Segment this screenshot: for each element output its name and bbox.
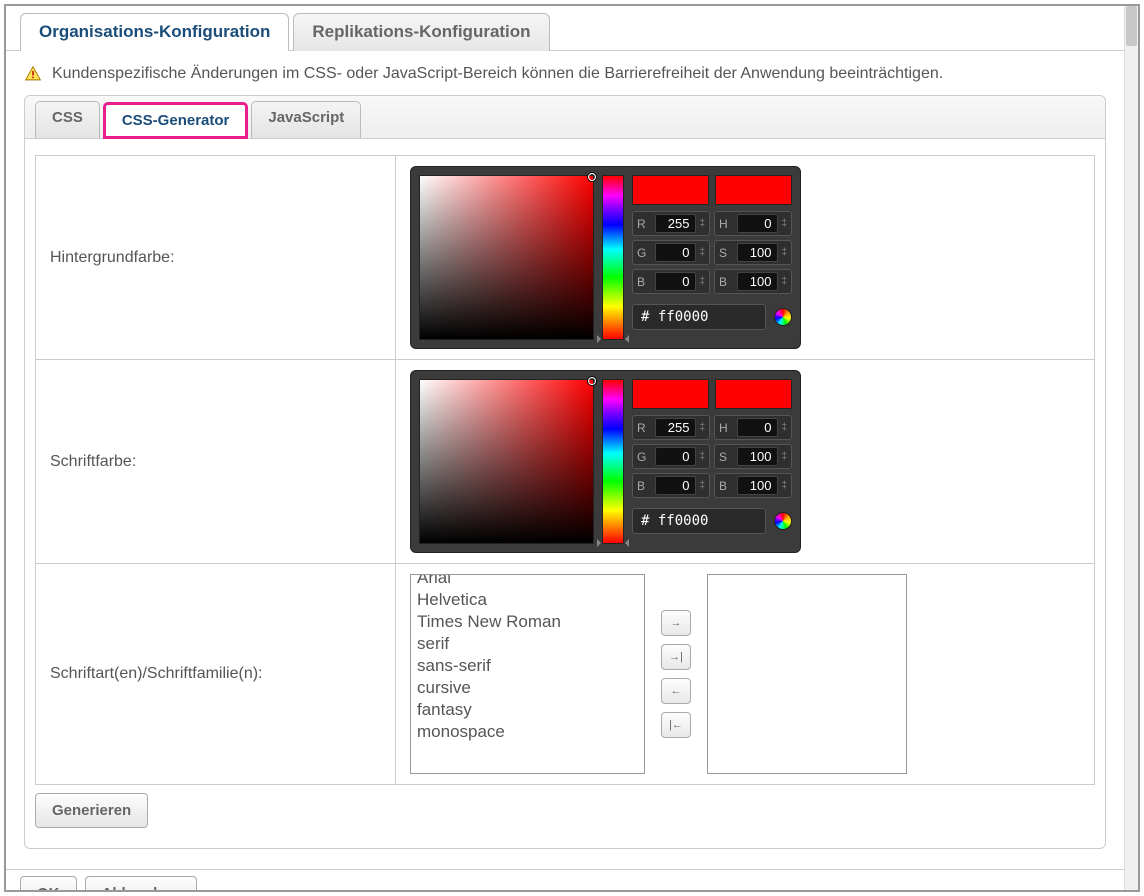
list-item[interactable]: Helvetica [411, 589, 644, 611]
font-target-list[interactable] [707, 574, 907, 774]
input-g[interactable]: G0‡ [632, 444, 710, 469]
hex-input[interactable]: # ff0000 [632, 304, 766, 330]
saturation-cursor[interactable] [588, 173, 596, 181]
input-s[interactable]: S100‡ [714, 240, 792, 265]
list-item[interactable]: serif [411, 633, 644, 655]
hue-strip[interactable] [602, 175, 624, 340]
input-g[interactable]: G0‡ [632, 240, 710, 265]
input-brightness[interactable]: B100‡ [714, 269, 792, 294]
swatch-new [632, 379, 709, 409]
swatch-new [632, 175, 709, 205]
move-all-left-button[interactable]: |← [661, 712, 691, 738]
font-source-list[interactable]: Arial Helvetica Times New Roman serif sa… [410, 574, 645, 774]
tab-css-generator[interactable]: CSS-Generator [103, 102, 249, 139]
fontcolor-picker[interactable]: R255‡ H0‡ G0‡ S100‡ B0‡ B100‡ [410, 370, 801, 553]
saturation-cursor[interactable] [588, 377, 596, 385]
list-item[interactable]: cursive [411, 677, 644, 699]
warning-text: Kundenspezifische Änderungen im CSS- ode… [52, 65, 943, 83]
inner-tab-box: CSS CSS-Generator JavaScript Hintergrund… [24, 95, 1106, 849]
window-frame: Organisations-Konfiguration Replikations… [4, 4, 1140, 892]
list-item[interactable]: Arial [411, 574, 644, 589]
label-fontcolor: Schriftfarbe: [36, 360, 396, 564]
scrollbar-track[interactable] [1124, 6, 1138, 890]
generate-button[interactable]: Generieren [35, 793, 148, 828]
rainbow-icon[interactable] [774, 308, 792, 326]
input-r[interactable]: R255‡ [632, 211, 710, 236]
input-brightness[interactable]: B100‡ [714, 473, 792, 498]
cancel-button[interactable]: Abbrechen [85, 876, 197, 892]
top-tabs: Organisations-Konfiguration Replikations… [6, 12, 1124, 51]
list-item[interactable]: monospace [411, 721, 644, 743]
move-right-button[interactable]: → [661, 610, 691, 636]
warning-row: Kundenspezifische Änderungen im CSS- ode… [24, 65, 1106, 83]
tab-organisation[interactable]: Organisations-Konfiguration [20, 13, 289, 51]
label-fontfamily: Schriftart(en)/Schriftfamilie(n): [36, 564, 396, 785]
saturation-area[interactable] [419, 379, 594, 544]
label-bgcolor: Hintergrundfarbe: [36, 156, 396, 360]
rainbow-icon[interactable] [774, 512, 792, 530]
input-b[interactable]: B0‡ [632, 473, 710, 498]
ok-button[interactable]: OK [20, 876, 77, 892]
input-r[interactable]: R255‡ [632, 415, 710, 440]
tab-css[interactable]: CSS [35, 101, 100, 138]
input-h[interactable]: H0‡ [714, 211, 792, 236]
swatch-current [715, 379, 792, 409]
input-b[interactable]: B0‡ [632, 269, 710, 294]
move-left-button[interactable]: ← [661, 678, 691, 704]
bgcolor-picker[interactable]: R255‡ H0‡ G0‡ S100‡ B0‡ B100‡ [410, 166, 801, 349]
tab-javascript[interactable]: JavaScript [251, 101, 361, 138]
saturation-area[interactable] [419, 175, 594, 340]
input-s[interactable]: S100‡ [714, 444, 792, 469]
hex-input[interactable]: # ff0000 [632, 508, 766, 534]
form-table: Hintergrundfarbe: [35, 155, 1095, 785]
list-item[interactable]: sans-serif [411, 655, 644, 677]
footer-buttons: OK Abbrechen [6, 869, 1124, 892]
inner-tabs: CSS CSS-Generator JavaScript [25, 96, 1105, 139]
scrollbar-thumb[interactable] [1126, 6, 1137, 46]
input-h[interactable]: H0‡ [714, 415, 792, 440]
list-item[interactable]: Times New Roman [411, 611, 644, 633]
list-item[interactable]: fantasy [411, 699, 644, 721]
hue-strip[interactable] [602, 379, 624, 544]
move-all-right-button[interactable]: →| [661, 644, 691, 670]
warning-icon [24, 65, 42, 83]
swatch-current [715, 175, 792, 205]
tab-replikation[interactable]: Replikations-Konfiguration [293, 13, 549, 51]
